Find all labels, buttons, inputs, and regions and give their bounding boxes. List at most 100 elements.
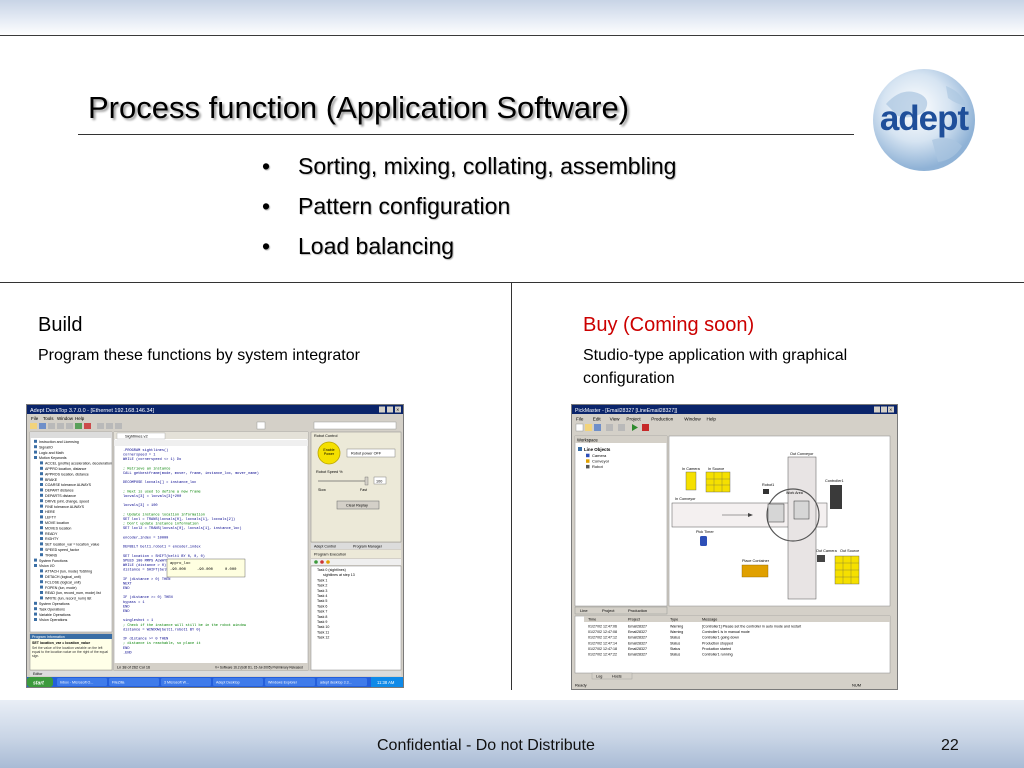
tab-log[interactable]: Log (596, 675, 602, 679)
tree-item[interactable]: WRITE (lun, record_num) list (45, 597, 91, 601)
tab-production[interactable]: Production (628, 608, 647, 613)
save-icon[interactable] (594, 424, 601, 431)
new-icon[interactable] (575, 423, 584, 432)
tree-item[interactable]: DEPART distance (45, 489, 74, 493)
tree-item[interactable]: BRAKE (45, 478, 58, 482)
copy-icon[interactable] (57, 423, 64, 429)
tree-item[interactable]: Instruction and Licensing (39, 440, 79, 444)
menu-item[interactable]: Production (651, 417, 673, 422)
task-item[interactable]: Task 3 (317, 589, 327, 593)
task-item[interactable]: sightlines at step 13 (323, 573, 355, 577)
tree-root[interactable]: Line Objects (584, 447, 611, 452)
in-camera[interactable] (685, 471, 697, 491)
in-source[interactable] (705, 471, 731, 493)
maximize-button[interactable] (881, 406, 887, 413)
menu-item[interactable]: Window (684, 417, 701, 422)
tree-item[interactable]: FCLOSE (logical_unit) (45, 580, 81, 584)
robot-icon[interactable] (763, 489, 769, 494)
tree-item[interactable]: DRIVE joint, change, speed (45, 499, 89, 503)
tree-item[interactable]: TRANS (45, 553, 58, 557)
tree-item[interactable]: FINE tolerance ALWAYS (45, 505, 85, 509)
tree-item[interactable]: Variable Operations (39, 613, 71, 617)
tab-project[interactable]: Project (602, 608, 615, 613)
open-icon[interactable] (585, 424, 592, 431)
tree-item[interactable]: READY (45, 532, 58, 536)
speed-slider-handle[interactable] (364, 476, 369, 486)
tree-item[interactable]: DETACH (logical_unit) (45, 575, 81, 579)
task-item[interactable]: Task 8 (317, 615, 327, 619)
task-run-icon[interactable] (314, 560, 318, 564)
menu-tools[interactable]: Tools (43, 416, 54, 421)
tab-hosts[interactable]: Hosts (612, 675, 622, 679)
place-container-icon[interactable] (741, 564, 769, 578)
maximize-button[interactable] (387, 406, 393, 413)
stop-icon[interactable] (642, 424, 649, 431)
paste-icon[interactable] (66, 423, 73, 429)
run-icon[interactable] (75, 423, 82, 429)
tree-item[interactable]: System Operations (39, 602, 70, 606)
log-column-header[interactable]: Project (628, 618, 641, 622)
tree-item[interactable]: MOVES location (45, 526, 71, 530)
task-item[interactable]: Task 1 (317, 578, 327, 582)
tree-item[interactable]: Vision I/O (39, 564, 55, 568)
tab-adept-control[interactable]: Adept Control (314, 545, 336, 549)
tree-item[interactable]: ATTACH (lun, mode) ToString (45, 570, 92, 574)
menu-item[interactable]: File (576, 417, 584, 422)
tree-item[interactable]: Camera (592, 453, 607, 458)
tree-item[interactable]: Motion Keywords (39, 456, 67, 460)
tree-item[interactable]: LEFTY (45, 516, 57, 520)
log-column-header[interactable]: Message (702, 618, 717, 622)
tree-item[interactable]: Task Operations (39, 607, 65, 611)
tree-item[interactable]: DEPARTS distance (45, 494, 76, 498)
pick-zone[interactable] (767, 503, 785, 523)
menu-item[interactable]: View (610, 417, 621, 422)
task-item[interactable]: Task 2 (317, 584, 327, 588)
log-column-header[interactable]: Time (588, 618, 596, 622)
task-item[interactable]: Task 5 (317, 599, 327, 603)
menu-item[interactable]: Help (707, 417, 717, 422)
print-icon[interactable] (606, 424, 613, 431)
watch-icon[interactable] (115, 423, 122, 429)
save-icon[interactable] (39, 423, 46, 429)
minimize-button[interactable] (874, 406, 880, 413)
menu-window[interactable]: Window (57, 416, 74, 421)
tree-item[interactable]: ACCEL (profile) acceleration, decelerati… (45, 462, 112, 466)
task-item[interactable]: Task 10 (317, 625, 329, 629)
tab-line[interactable]: Line (580, 608, 588, 613)
task-item[interactable]: Task 4 (317, 594, 327, 598)
menu-item[interactable]: Project (626, 417, 641, 422)
layout-select[interactable] (313, 421, 397, 430)
task-item[interactable]: Task 12 (317, 636, 329, 640)
tree-item[interactable]: System Functions (39, 559, 68, 563)
tree-item[interactable]: MOVE location (45, 521, 69, 525)
tree-item[interactable]: Robot (592, 464, 604, 469)
task-pause-icon[interactable] (326, 560, 330, 564)
task-item[interactable]: Task 0 (sightlines) (317, 568, 346, 572)
tree-item[interactable]: Logic and Math (39, 451, 64, 455)
out-conveyor[interactable] (787, 456, 817, 600)
tree-item[interactable]: Vision Operations (39, 618, 68, 622)
pick-timer-icon[interactable] (700, 536, 707, 546)
cut-icon[interactable] (48, 423, 55, 429)
menu-item[interactable]: Edit (593, 417, 602, 422)
out-camera-icon[interactable] (817, 555, 825, 562)
tree-item[interactable]: READ (lun, record_num, mode) list (45, 591, 101, 595)
play-icon[interactable] (632, 424, 638, 431)
task-item[interactable]: Task 7 (317, 610, 327, 614)
task-item[interactable]: Task 11 (317, 630, 329, 634)
log-column-header[interactable]: Type (670, 618, 678, 622)
menu-file[interactable]: File (31, 416, 39, 421)
tree-item[interactable]: FOPEN (lun, mode) (45, 586, 77, 590)
tree-item[interactable]: SET location_var = location_value (45, 543, 99, 547)
properties-icon[interactable] (618, 424, 625, 431)
task-item[interactable]: Task 6 (317, 604, 327, 608)
debug-icon[interactable] (97, 423, 104, 429)
step-icon[interactable] (106, 423, 113, 429)
tree-item[interactable]: APPRO location, distance (45, 467, 86, 471)
minimize-button[interactable] (379, 406, 385, 413)
tree-item[interactable]: SignalIO (39, 445, 53, 449)
menu-help[interactable]: Help (75, 416, 85, 421)
controller-icon[interactable] (830, 485, 842, 509)
tree-item[interactable]: APPROS location, distance (45, 472, 89, 476)
tree-item[interactable]: RIGHTY (45, 537, 59, 541)
